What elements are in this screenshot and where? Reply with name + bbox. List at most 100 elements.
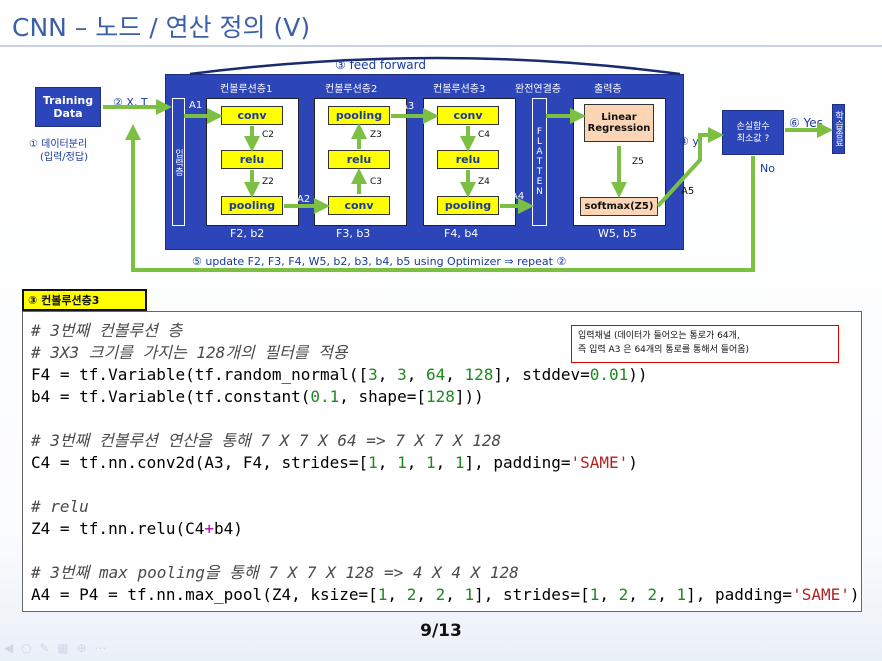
softmax-box: softmax(Z5) <box>580 197 658 216</box>
more-icon[interactable]: ⋯ <box>94 641 108 655</box>
code-text: A4 = P4 = tf.nn.max_pool(Z4, ksize=[ <box>31 585 378 604</box>
no-label: No <box>760 162 775 175</box>
code-number: 1 <box>589 585 600 604</box>
conv2-relu: relu <box>328 150 390 169</box>
c4-label: C4 <box>478 130 491 140</box>
prev-slide-icon[interactable]: ◀ <box>4 641 15 655</box>
loss-line2: 최소값 ? <box>736 133 770 144</box>
input-layer: 입력층 <box>172 98 185 226</box>
code-string: 'SAME' <box>792 585 850 604</box>
code-text: b4) <box>214 519 243 538</box>
code-text: , <box>406 453 426 472</box>
code-line-4: b4 = tf.Variable(tf.constant(0.1, shape=… <box>31 386 861 408</box>
code-number: 1 <box>454 453 465 472</box>
code-text: , <box>387 585 407 604</box>
menu-icon[interactable]: ▦ <box>57 641 70 655</box>
code-number: 1 <box>377 585 388 604</box>
conv3-conv: conv <box>437 106 499 125</box>
code-line-5: # 3번째 컨볼루션 연산을 통해 7 X 7 X 64 => 7 X 7 X … <box>31 431 502 450</box>
z4-label: Z4 <box>478 177 490 187</box>
code-number: 2 <box>647 585 658 604</box>
conv1-weights: F2, b2 <box>230 227 265 240</box>
flatten-layer: FLATTEN <box>532 98 547 226</box>
zoom-icon[interactable]: ⊕ <box>76 641 88 655</box>
callout-line2: 즉 입력 A3 은 64개의 통로를 통해서 들어옴) <box>578 345 750 355</box>
code-text: Z4 = tf.nn.relu(C4 <box>31 519 205 538</box>
code-text: ], strides=[ <box>474 585 590 604</box>
code-number: 3 <box>397 365 407 384</box>
code-text: , <box>628 585 648 604</box>
code-number: 1 <box>464 585 475 604</box>
code-number: 0.1 <box>310 387 340 406</box>
a5-label: A5 <box>681 186 695 197</box>
code-text: , <box>416 585 436 604</box>
code-number: 64 <box>425 365 446 384</box>
code-number: 2 <box>435 585 446 604</box>
code-text: , <box>445 365 465 384</box>
code-text: , <box>657 585 677 604</box>
code-text: ) <box>628 453 638 472</box>
code-number: 1 <box>425 453 436 472</box>
step2-label: ② X, T <box>113 96 148 109</box>
conv1-pooling: pooling <box>221 196 283 215</box>
input-channel-callout: 입력채널 (데이터가 들어오는 통로가 64개, 즉 입력 A3 은 64개의 … <box>571 325 839 363</box>
code-number: 2 <box>618 585 629 604</box>
a2-label: A2 <box>297 194 311 205</box>
z3-label: Z3 <box>370 130 382 140</box>
training-data-box: Training Data <box>35 87 101 127</box>
code-line-9: # 3번째 max pooling을 통해 7 X 7 X 128 => 4 X… <box>31 563 519 582</box>
code-text: ) <box>849 585 860 604</box>
code-line-3: F4 = tf.Variable(tf.random_normal([3, 3,… <box>31 364 861 386</box>
code-line-6: C4 = tf.nn.conv2d(A3, F4, strides=[ 1, 1,… <box>31 452 861 474</box>
code-number: 1 <box>676 585 687 604</box>
code-number: 2 <box>406 585 417 604</box>
code-number: 3 <box>368 365 378 384</box>
conv3-pooling: pooling <box>437 196 499 215</box>
pointer-icon[interactable]: ○ <box>21 641 33 655</box>
code-text: , <box>377 453 398 472</box>
feed-forward-arc <box>189 56 681 76</box>
conv3-relu: relu <box>437 150 499 169</box>
pen-icon[interactable]: ✎ <box>39 641 51 655</box>
code-number: 0.01 <box>589 365 629 384</box>
code-operator: + <box>204 519 215 538</box>
code-text: ], padding= <box>686 585 793 604</box>
code-number: 1 <box>397 453 407 472</box>
conv2-pooling: pooling <box>328 106 390 125</box>
code-text: ])) <box>454 387 484 406</box>
code-text: C4 = tf.nn.conv2d(A3, F4, strides=[ <box>31 453 369 472</box>
loss-line1: 손실함수 <box>736 121 770 132</box>
code-text: , <box>406 365 426 384</box>
step1-sublabel: (입력/정답) <box>40 152 88 163</box>
a1-label: A1 <box>189 100 203 111</box>
code-blank <box>31 408 861 430</box>
c2-label: C2 <box>262 130 275 140</box>
code-blank <box>31 540 861 562</box>
code-blank <box>31 474 861 496</box>
z5-label: Z5 <box>632 157 644 167</box>
code-number: 128 <box>425 387 455 406</box>
code-text: b4 = tf.Variable(tf.constant( <box>31 387 311 406</box>
z2-label: Z2 <box>262 177 274 187</box>
loss-check-box: 손실함수 최소값 ? <box>722 110 784 155</box>
update-label: ⑤ update F2, F3, F4, W5, b2, b3, b4, b5 … <box>192 255 567 268</box>
slide-controls[interactable]: ◀ ○ ✎ ▦ ⊕ ⋯ <box>4 641 108 655</box>
conv1-conv: conv <box>221 106 283 125</box>
a4-label: A4 <box>511 191 525 202</box>
callout-line1: 입력채널 (데이터가 들어오는 통로가 64개, <box>578 331 740 341</box>
code-text: )) <box>628 365 648 384</box>
code-string: 'SAME' <box>570 453 629 472</box>
feed-forward-label: ③ feed forward <box>335 58 427 72</box>
code-text: , <box>445 585 465 604</box>
output-weights: W5, b5 <box>598 227 637 240</box>
finish-box: 학습종료 <box>832 104 845 154</box>
conv3-header: 컨볼루션층3 <box>433 84 486 95</box>
code-text: , shape=[ <box>339 387 426 406</box>
conv2-header: 컨볼루션층2 <box>325 84 378 95</box>
code-text: , <box>377 365 398 384</box>
code-text: F4 = tf.Variable(tf.random_normal([ <box>31 365 369 384</box>
c3-label: C3 <box>370 177 383 187</box>
section-badge: ③ 컨볼루션층3 <box>22 289 147 311</box>
conv1-header: 컨볼루션층1 <box>220 84 273 95</box>
code-line-10: A4 = P4 = tf.nn.max_pool(Z4, ksize=[1, 2… <box>31 584 861 606</box>
